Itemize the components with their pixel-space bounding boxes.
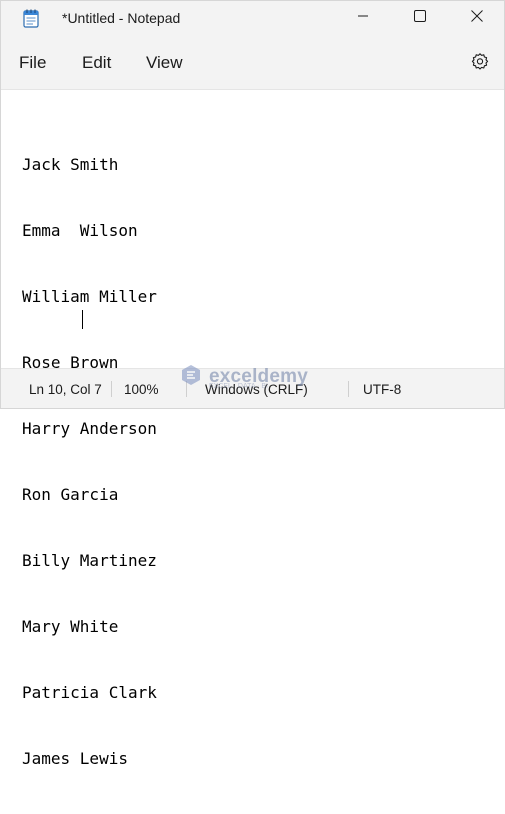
text-line: Emma Wilson [22, 221, 138, 240]
text-line: Billy Martinez [22, 551, 157, 570]
text-line: James Lewis [22, 749, 128, 768]
text-line: Ron Garcia [22, 485, 119, 504]
menu-view[interactable]: View [146, 53, 183, 73]
close-button[interactable] [448, 1, 505, 35]
text-line: Harry Anderson [22, 419, 157, 438]
maximize-button[interactable] [391, 1, 449, 35]
maximize-icon [414, 9, 426, 27]
status-divider [111, 381, 112, 397]
menu-edit[interactable]: Edit [82, 53, 111, 73]
text-line: Patricia Clark [22, 683, 157, 702]
menu-bar: File Edit View [1, 37, 504, 89]
settings-button[interactable] [467, 51, 493, 77]
cursor-position[interactable]: Ln 10, Col 7 [29, 382, 102, 397]
title-bar[interactable]: *Untitled - Notepad [1, 1, 504, 37]
text-caret [82, 310, 83, 329]
notepad-window: *Untitled - Notepad File Edit View Jack … [0, 0, 505, 768]
zoom-level[interactable]: 100% [124, 382, 159, 397]
status-divider [186, 381, 187, 397]
gear-icon [470, 52, 490, 77]
close-icon [471, 9, 483, 27]
status-bar: Ln 10, Col 7 100% Windows (CRLF) UTF-8 [1, 368, 504, 408]
menu-file[interactable]: File [19, 53, 46, 73]
minimize-icon [357, 9, 369, 27]
minimize-button[interactable] [334, 1, 392, 35]
status-divider [348, 381, 349, 397]
text-editor[interactable]: Jack Smith Emma Wilson William Miller Ro… [1, 89, 504, 768]
text-line: Mary White [22, 617, 119, 636]
text-line: William Miller [22, 287, 157, 306]
notepad-icon [23, 9, 39, 28]
window-title: *Untitled - Notepad [62, 10, 181, 26]
text-line: Jack Smith [22, 155, 119, 174]
text-content: Jack Smith Emma Wilson William Miller Ro… [22, 110, 157, 814]
line-ending[interactable]: Windows (CRLF) [205, 382, 308, 397]
encoding[interactable]: UTF-8 [363, 382, 401, 397]
